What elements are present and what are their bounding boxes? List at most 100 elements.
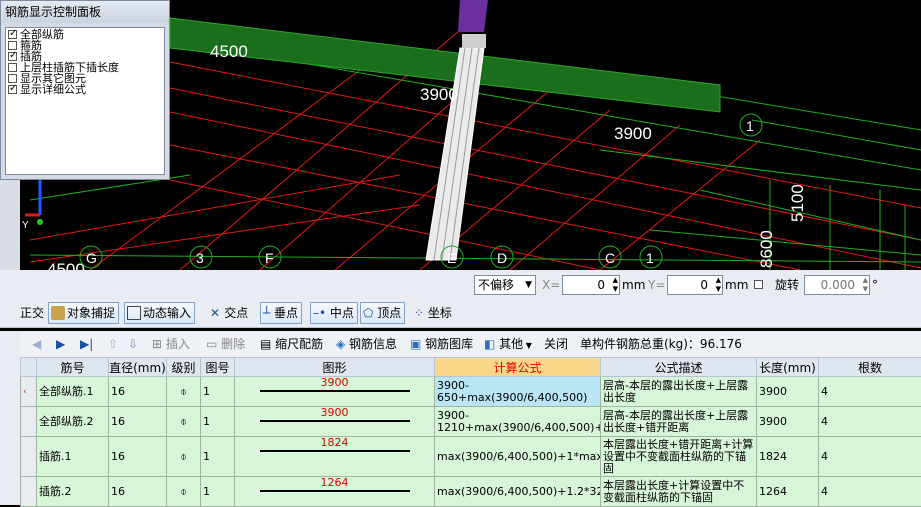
snap-icon (51, 306, 65, 320)
axis-label: F (265, 250, 274, 266)
chevron-down-icon: ▼ (523, 341, 532, 350)
cell-shape[interactable]: 1264 (235, 477, 435, 507)
cell-diameter[interactable]: 16 (109, 407, 167, 437)
column-header[interactable]: 直径(mm) (109, 358, 167, 377)
cell-formula[interactable]: 3900-650+max(3900/6,400,500) (435, 377, 601, 407)
option-show-formula[interactable]: 显示详细公式 (8, 84, 162, 95)
dim-text: 8600 (757, 230, 776, 268)
last-record-icon[interactable]: ▶| (80, 333, 93, 355)
insert-icon: ⊞ (152, 337, 166, 351)
rebar-library-button[interactable]: ▣ 钢筋图库 (410, 333, 473, 355)
cell-figure[interactable]: 1 (201, 407, 235, 437)
x-value: 0 (597, 278, 605, 292)
cell-shape[interactable]: 3900 (235, 377, 435, 407)
cell-description[interactable]: 层高-本层的露出长度+上层露出长度+错开距离 (601, 407, 757, 437)
dynamic-input-button[interactable]: 动态输入 (124, 302, 195, 324)
cell-shape[interactable]: 3900 (235, 407, 435, 437)
cell-grade[interactable]: ⌽ (167, 377, 201, 407)
cell-diameter[interactable]: 16 (109, 477, 167, 507)
column-header[interactable]: 级别 (167, 358, 201, 377)
rebar-table: 筋号 直径(mm) 级别 图号 图形 计算公式 公式描述 长度(mm) 根数 ‹… (20, 357, 921, 507)
checkbox[interactable] (8, 30, 17, 39)
object-snap-button[interactable]: 对象捕捉 (48, 302, 119, 324)
coordinate-button[interactable]: ⁘ 坐标 (414, 302, 452, 324)
cell-length[interactable]: 1264 (757, 477, 819, 507)
next-record-icon[interactable]: ▶ (56, 333, 65, 355)
ucs-axis-icon: Y (22, 180, 43, 231)
column-header[interactable]: 图形 (235, 358, 435, 377)
cell-formula[interactable]: max(3900/6,400,500)+1*max(35*d,500)+1.2*… (435, 437, 601, 477)
cell-count[interactable]: 4 (819, 407, 921, 437)
column-header[interactable]: 筋号 (37, 358, 109, 377)
cell-count[interactable]: 4 (819, 477, 921, 507)
rebar-line-icon (260, 390, 410, 392)
cell-name[interactable]: 全部纵筋.1 (37, 377, 109, 407)
cell-grade[interactable]: ⌽ (167, 407, 201, 437)
column-header[interactable]: 计算公式 (435, 358, 601, 377)
cell-figure[interactable]: 1 (201, 437, 235, 477)
perpendicular-button[interactable]: ┴ 垂点 (260, 302, 302, 324)
first-record-icon[interactable]: ◀ (32, 333, 41, 355)
rotate-input[interactable]: 0.000▲▼ (804, 275, 870, 295)
checkbox[interactable] (8, 85, 17, 94)
cad-viewport[interactable]: 4500 3900 3900 5100 8600 4500 1 G 3 F E … (0, 0, 921, 270)
spinner-icon[interactable]: ▲▼ (613, 276, 618, 294)
cell-formula[interactable]: 3900-1210+max(3900/6,400,500)+1*max(35*d… (435, 407, 601, 437)
table-row[interactable]: ‹ 全部纵筋.1 16 ⌽ 1 3900 3900-650+max(3900/6… (21, 377, 921, 407)
move-up-icon[interactable]: ⇧ (108, 333, 118, 355)
row-selected-marker: ‹ (21, 377, 37, 407)
cell-count[interactable]: 4 (819, 377, 921, 407)
close-button[interactable]: 关闭 (544, 333, 568, 355)
intersection-button[interactable]: ✕ 交点 (210, 302, 248, 324)
cell-formula[interactable]: max(3900/6,400,500)+1.2*32*d (435, 477, 601, 507)
insert-label: 插入 (166, 337, 190, 351)
cell-description[interactable]: 层高-本层的露出长度+上层露出长度 (601, 377, 757, 407)
cell-name[interactable]: 全部纵筋.2 (37, 407, 109, 437)
rebar-info-button[interactable]: ◈ 钢筋信息 (336, 333, 397, 355)
column-header[interactable]: 图号 (201, 358, 235, 377)
midpoint-button[interactable]: –• 中点 (310, 302, 358, 324)
other-menu-button[interactable]: ◧ 其他 ▼ (484, 333, 532, 355)
ortho-button[interactable]: 正交 (20, 302, 44, 324)
insert-button[interactable]: ⊞ 插入 (152, 333, 190, 355)
table-row[interactable]: 插筋.2 16 ⌽ 1 1264 max(3900/6,400,500)+1.2… (21, 477, 921, 507)
vertex-label: 顶点 (377, 306, 401, 320)
cell-length[interactable]: 3900 (757, 407, 819, 437)
cell-grade[interactable]: ⌽ (167, 477, 201, 507)
cell-grade[interactable]: ⌽ (167, 437, 201, 477)
cell-diameter[interactable]: 16 (109, 437, 167, 477)
spinner-icon[interactable]: ▲▼ (863, 276, 868, 294)
cell-diameter[interactable]: 16 (109, 377, 167, 407)
snap-label: 对象捕捉 (67, 306, 115, 320)
table-row[interactable]: 插筋.1 16 ⌽ 1 1824 max(3900/6,400,500)+1*m… (21, 437, 921, 477)
checkbox[interactable] (8, 74, 17, 83)
rotate-checkbox[interactable] (754, 280, 763, 289)
spinner-icon[interactable]: ▲▼ (716, 276, 721, 294)
checkbox[interactable] (8, 41, 17, 50)
cell-count[interactable]: 4 (819, 437, 921, 477)
column-header[interactable]: 公式描述 (601, 358, 757, 377)
checkbox[interactable] (8, 52, 17, 61)
cell-description[interactable]: 本层露出长度+计算设置中不变截面柱纵筋的下锚固 (601, 477, 757, 507)
table-row[interactable]: 全部纵筋.2 16 ⌽ 1 3900 3900-1210+max(3900/6,… (21, 407, 921, 437)
keyboard-icon (127, 306, 141, 320)
scale-rebar-button[interactable]: ▤ 缩尺配筋 (260, 333, 323, 355)
x-input[interactable]: 0 ▲▼ (562, 275, 620, 295)
cell-figure[interactable]: 1 (201, 377, 235, 407)
cell-length[interactable]: 3900 (757, 377, 819, 407)
column-header[interactable]: 根数 (819, 358, 921, 377)
cell-shape[interactable]: 1824 (235, 437, 435, 477)
column-header[interactable]: 长度(mm) (757, 358, 819, 377)
offset-select[interactable]: 不偏移▼ (474, 275, 536, 295)
dim-text: 3900 (420, 85, 458, 104)
cell-name[interactable]: 插筋.1 (37, 437, 109, 477)
cell-description[interactable]: 本层露出长度+错开距离+计算设置中不变截面柱纵筋的下锚固 (601, 437, 757, 477)
cell-length[interactable]: 1824 (757, 437, 819, 477)
cell-figure[interactable]: 1 (201, 477, 235, 507)
delete-button[interactable]: ▭ 删除 (206, 333, 245, 355)
y-input[interactable]: 0▲▼ (667, 275, 723, 295)
move-down-icon[interactable]: ⇩ (128, 333, 138, 355)
vertex-button[interactable]: ⬠ 顶点 (360, 302, 405, 324)
checkbox[interactable] (8, 63, 17, 72)
cell-name[interactable]: 插筋.2 (37, 477, 109, 507)
